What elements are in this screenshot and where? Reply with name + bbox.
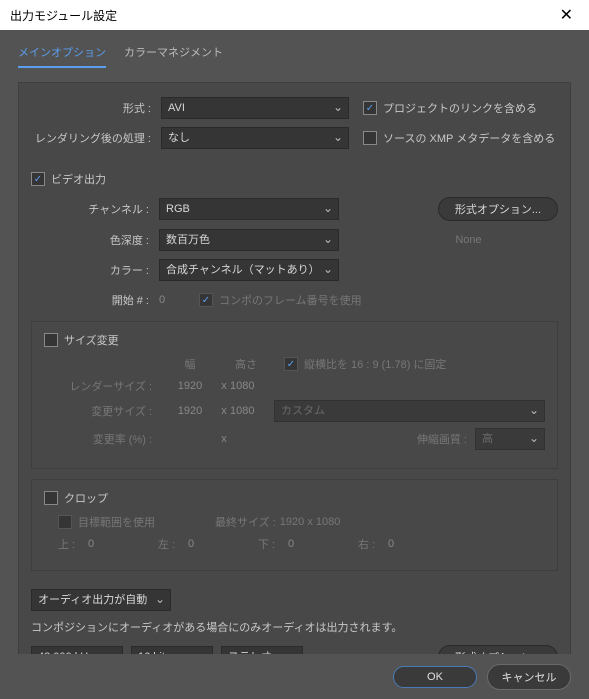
use-roi-checkbox: 目標範囲を使用 [58, 514, 155, 530]
crop-top-value: 0 [88, 538, 158, 550]
format-label: 形式 : [31, 100, 161, 116]
checkbox-icon [44, 333, 58, 347]
include-project-link-label: プロジェクトのリンクを含める [383, 100, 537, 116]
render-height: 1080 [230, 380, 274, 392]
start-number-value: 0 [159, 294, 199, 306]
resize-pct-label: 変更率 (%) : [44, 431, 162, 447]
post-render-select[interactable]: なし [161, 127, 349, 149]
include-project-link-checkbox[interactable]: プロジェクトのリンクを含める [363, 100, 537, 116]
crop-top-label: 上 : [58, 536, 88, 552]
width-header: 幅 [162, 356, 218, 372]
channel-select[interactable]: RGB [159, 198, 339, 220]
audio-note: コンポジションにオーディオがある場合にのみオーディオは出力されます。 [31, 619, 558, 635]
ok-button[interactable]: OK [393, 666, 477, 688]
resize-height: 1080 [230, 405, 274, 417]
main-panel: 形式 : AVI プロジェクトのリンクを含める レンダリング後の処理 : なし … [18, 82, 571, 654]
audio-format-options-button[interactable]: 形式オプション... [438, 645, 558, 654]
audio-channels-select[interactable]: ステレオ [221, 646, 303, 654]
stretch-quality-label: 伸縮画質 : [417, 431, 467, 447]
post-render-label: レンダリング後の処理 : [31, 130, 161, 146]
crop-title: クロップ [64, 490, 108, 506]
final-size-value: 1920 x 1080 [280, 516, 341, 528]
crop-group: クロップ 目標範囲を使用 最終サイズ : 1920 x 1080 上 : 0 左… [31, 479, 558, 571]
crop-right-value: 0 [388, 538, 394, 550]
final-size-label: 最終サイズ : [215, 514, 276, 530]
lock-aspect-label: 縦横比を 16 : 9 (1.78) に固定 [304, 356, 446, 372]
check-icon [31, 172, 45, 186]
crop-right-label: 右 : [358, 536, 388, 552]
audio-output-mode-select[interactable]: オーディオ出力が自動 [31, 589, 171, 611]
checkbox-icon [363, 131, 377, 145]
audio-depth-select[interactable]: 16 bit [131, 646, 213, 654]
close-icon[interactable]: ✕ [554, 5, 579, 25]
color-label: カラー : [31, 262, 159, 278]
depth-select[interactable]: 数百万色 [159, 229, 339, 251]
check-icon [284, 357, 298, 371]
resize-checkbox[interactable]: サイズ変更 [44, 332, 119, 348]
use-comp-frame-label: コンポのフレーム番号を使用 [219, 292, 362, 308]
depth-label: 色深度 : [31, 232, 159, 248]
resize-to-label: 変更サイズ : [44, 403, 162, 419]
crop-bottom-label: 下 : [258, 536, 288, 552]
use-comp-frame-checkbox: コンポのフレーム番号を使用 [199, 292, 362, 308]
channel-label: チャンネル : [31, 201, 159, 217]
tab-color-management[interactable]: カラーマネジメント [124, 44, 223, 68]
include-xmp-checkbox[interactable]: ソースの XMP メタデータを含める [363, 130, 555, 146]
render-size-label: レンダーサイズ : [44, 378, 162, 394]
resize-preset-select: カスタム [274, 400, 545, 422]
check-icon [199, 293, 213, 307]
dialog-footer: OK キャンセル [0, 654, 589, 699]
checkbox-icon [44, 491, 58, 505]
start-number-label: 開始 # : [31, 292, 159, 308]
crop-bottom-value: 0 [288, 538, 358, 550]
dialog-content: メインオプション カラーマネジメント 形式 : AVI プロジェクトのリンクを含… [0, 30, 589, 654]
tabs: メインオプション カラーマネジメント [18, 44, 571, 68]
height-header: 高さ [218, 356, 274, 372]
check-icon [363, 101, 377, 115]
window-title: 出力モジュール設定 [10, 7, 117, 24]
lock-aspect-checkbox: 縦横比を 16 : 9 (1.78) に固定 [284, 356, 446, 372]
cancel-button[interactable]: キャンセル [487, 664, 571, 690]
crop-left-value: 0 [188, 538, 258, 550]
format-select[interactable]: AVI [161, 97, 349, 119]
crop-left-label: 左 : [158, 536, 188, 552]
render-width: 1920 [162, 380, 218, 392]
video-format-options-button[interactable]: 形式オプション... [438, 197, 558, 221]
titlebar: 出力モジュール設定 ✕ [0, 0, 589, 30]
video-output-label: ビデオ出力 [51, 171, 106, 187]
use-roi-label: 目標範囲を使用 [78, 514, 155, 530]
resize-group: サイズ変更 幅 高さ 縦横比を 16 : 9 (1.78) に固定 レンダーサイ… [31, 321, 558, 469]
include-xmp-label: ソースの XMP メタデータを含める [383, 130, 555, 146]
color-select[interactable]: 合成チャンネル（マットあり） [159, 259, 339, 281]
resize-width: 1920 [162, 405, 218, 417]
crop-checkbox[interactable]: クロップ [44, 490, 108, 506]
codec-info: None [455, 234, 481, 246]
checkbox-icon [58, 515, 72, 529]
tab-main-options[interactable]: メインオプション [18, 44, 106, 68]
resize-title: サイズ変更 [64, 332, 119, 348]
audio-rate-select[interactable]: 48.000 kHz [31, 646, 123, 654]
video-output-checkbox[interactable]: ビデオ出力 [31, 171, 558, 187]
stretch-quality-select: 高 [475, 428, 545, 450]
